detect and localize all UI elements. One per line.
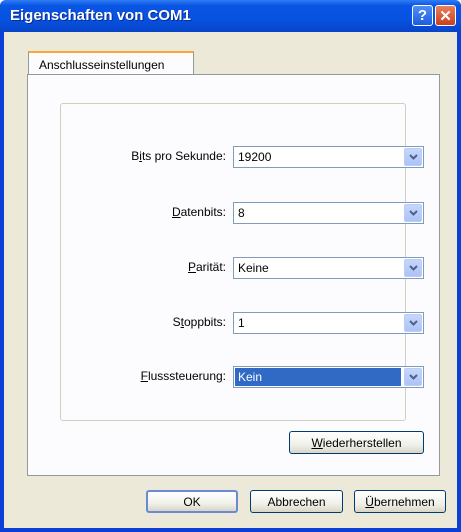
tab-panel: Bits pro Sekunde: 19200 Datenbits: 8 Par… — [27, 74, 440, 476]
baud-rate-label: Bits pro Sekunde: — [131, 149, 226, 163]
baud-rate-select[interactable]: 19200 — [233, 146, 424, 168]
tab-anschlusseinstellungen[interactable]: Anschlusseinstellungen — [28, 51, 194, 75]
stop-bits-label: Stoppbits: — [172, 315, 226, 329]
dialog-body: Anschlusseinstellungen Bits pro Sekunde:… — [4, 32, 457, 528]
parity-select[interactable]: Keine — [233, 257, 424, 279]
window-title: Eigenschaften von COM1 — [10, 7, 191, 24]
close-icon: ✕ — [439, 7, 452, 25]
parity-label: Parität: — [187, 260, 226, 274]
parity-value: Keine — [238, 261, 269, 275]
help-button[interactable]: ? — [412, 5, 433, 26]
chevron-down-icon — [408, 210, 418, 216]
dropdown-button[interactable] — [404, 368, 422, 386]
close-button[interactable]: ✕ — [435, 5, 456, 26]
flow-control-label: Flusssteuerung: — [140, 369, 226, 383]
dropdown-button[interactable] — [404, 148, 422, 166]
data-bits-select[interactable]: 8 — [233, 202, 424, 224]
stop-bits-select[interactable]: 1 — [233, 312, 424, 334]
help-icon: ? — [417, 7, 428, 24]
chevron-down-icon — [408, 374, 418, 380]
flow-control-value: Kein — [238, 370, 263, 384]
dialog-window: Eigenschaften von COM1 ? ✕ Anschlusseins… — [0, 0, 461, 532]
chevron-down-icon — [408, 265, 418, 271]
apply-button[interactable]: Übernehmen — [354, 490, 446, 513]
stop-bits-value: 1 — [238, 316, 245, 330]
chevron-down-icon — [408, 154, 418, 160]
restore-defaults-button[interactable]: Wiederherstellen — [289, 431, 424, 454]
tab-label: Anschlusseinstellungen — [39, 58, 165, 72]
settings-group: Bits pro Sekunde: 19200 Datenbits: 8 Par… — [60, 103, 424, 421]
ok-button[interactable]: OK — [146, 490, 238, 513]
dropdown-button[interactable] — [404, 204, 422, 222]
data-bits-label: Datenbits: — [171, 205, 226, 219]
dropdown-button[interactable] — [404, 259, 422, 277]
cancel-button[interactable]: Abbrechen — [250, 490, 343, 513]
title-bar[interactable]: Eigenschaften von COM1 ? ✕ — [0, 0, 461, 32]
flow-control-select[interactable]: Kein — [233, 366, 424, 388]
dropdown-button[interactable] — [404, 314, 422, 332]
chevron-down-icon — [408, 320, 418, 326]
baud-rate-value: 19200 — [238, 150, 272, 164]
data-bits-value: 8 — [238, 206, 245, 220]
selection-highlight: Kein — [235, 368, 401, 386]
